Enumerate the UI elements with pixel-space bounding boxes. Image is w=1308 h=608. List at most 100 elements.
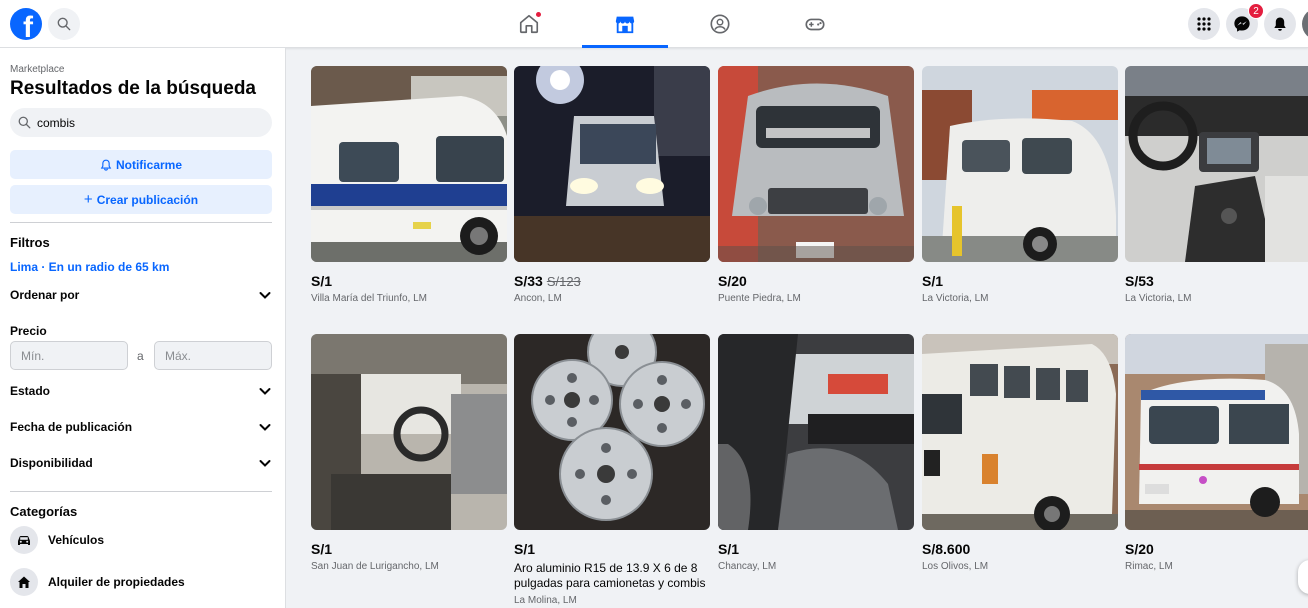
tab-home[interactable] [486, 0, 572, 48]
category-vehicles-label: Vehículos [48, 533, 105, 547]
listing-location: San Juan de Lurigancho, LM [311, 561, 439, 572]
breadcrumb[interactable]: Marketplace [10, 64, 64, 75]
price-value: S/20 [1125, 541, 1154, 557]
location-filter-link[interactable]: Lima · En un radio de 65 km [10, 260, 169, 274]
listing-location: Ancon, LM [514, 293, 562, 304]
listing-price: S/53 [1125, 273, 1308, 289]
availability-filter[interactable]: Disponibilidad [10, 456, 272, 470]
profile-avatar[interactable] [1302, 8, 1308, 40]
price-value: S/1 [311, 541, 333, 557]
notification-dot [535, 11, 542, 18]
listing-location: Villa María del Triunfo, LM [311, 293, 427, 304]
listing-card[interactable]: S/1 La Victoria, LM [922, 66, 1118, 304]
listing-price: S/1 [922, 273, 1118, 289]
price-value: S/8.600 [922, 541, 971, 557]
chevron-down-icon [259, 460, 271, 467]
store-icon [615, 16, 635, 34]
listing-price: S/1 [311, 273, 507, 289]
grid-menu-icon [1197, 17, 1211, 31]
listing-photo[interactable] [922, 334, 1118, 530]
create-listing-label: Crear publicación [96, 192, 199, 207]
sort-by-label: Ordenar por [10, 288, 80, 302]
create-listing-button[interactable]: + Crear publicación [10, 185, 272, 214]
min-price-input[interactable]: Mín. [10, 341, 128, 370]
listing-card[interactable]: S/1 Villa María del Triunfo, LM [311, 66, 507, 304]
sort-by-filter[interactable]: Ordenar por [10, 288, 272, 302]
filters-title: Filtros [10, 235, 50, 250]
chevron-down-icon [259, 292, 271, 299]
condition-label: Estado [10, 384, 51, 398]
listing-card[interactable]: S/1 Chancay, LM [718, 334, 914, 572]
search-icon [18, 116, 31, 129]
bell-icon [1274, 17, 1286, 31]
listing-location: La Victoria, LM [922, 293, 989, 304]
messenger-button[interactable]: 2 [1226, 3, 1264, 40]
listing-price: S/1 [514, 541, 710, 557]
notifications-button[interactable] [1264, 8, 1296, 40]
car-icon [10, 526, 38, 554]
listing-photo[interactable] [514, 66, 710, 262]
listing-price: S/1 [718, 541, 914, 557]
listing-photo[interactable] [1125, 334, 1308, 530]
listing-photo[interactable] [1125, 66, 1308, 262]
listing-card[interactable]: S/8.600 Los Olivos, LM [922, 334, 1118, 572]
listing-card[interactable]: S/1 Aro aluminio R15 de 13.9 X 6 de 8 pu… [514, 334, 710, 606]
page-title: Resultados de la búsqueda [10, 78, 256, 99]
date-listed-label: Fecha de publicación [10, 420, 133, 434]
listing-photo[interactable] [311, 334, 507, 530]
listing-card[interactable]: S/20 Rimac, LM [1125, 334, 1308, 572]
price-label: Precio [10, 324, 47, 338]
listing-card[interactable]: S/20 Puente Piedra, LM [718, 66, 914, 304]
price-separator: a [137, 349, 144, 363]
tab-marketplace[interactable] [582, 0, 668, 48]
listing-photo[interactable] [922, 66, 1118, 262]
categories-title: Categorías [10, 504, 78, 519]
house-icon [10, 568, 38, 596]
listing-location: Chancay, LM [718, 561, 777, 572]
tab-gaming[interactable] [772, 0, 858, 48]
marketplace-search-input[interactable]: combis [10, 108, 272, 137]
notify-me-button[interactable]: Notificarme [10, 150, 272, 179]
category-vehicles[interactable]: Vehículos [10, 526, 104, 554]
listing-price: S/1 [311, 541, 507, 557]
notify-me-label: Notificarme [115, 157, 183, 172]
category-property-rentals[interactable]: Alquiler de propiedades [10, 568, 185, 596]
listing-photo[interactable] [311, 66, 507, 262]
menu-button[interactable] [1188, 8, 1220, 40]
top-navigation-bar: f 2 [0, 0, 1308, 48]
listing-card[interactable]: S/33 S/123 Ancon, LM [514, 66, 710, 304]
listing-photo[interactable] [514, 334, 710, 530]
listing-location: Rimac, LM [1125, 561, 1173, 572]
search-icon [57, 17, 71, 31]
max-price-input[interactable]: Máx. [154, 341, 272, 370]
availability-label: Disponibilidad [10, 456, 93, 470]
listing-card[interactable]: S/53 La Victoria, LM [1125, 66, 1308, 304]
listing-price: S/33 S/123 [514, 273, 710, 289]
price-value: S/1 [311, 273, 333, 289]
listing-photo[interactable] [718, 334, 914, 530]
date-listed-filter[interactable]: Fecha de publicación [10, 420, 272, 434]
chevron-down-icon [259, 388, 271, 395]
listing-card[interactable]: S/1 San Juan de Lurigancho, LM [311, 334, 507, 572]
bell-outline-icon [100, 159, 112, 171]
scroll-button[interactable] [1298, 560, 1308, 594]
plus-icon: + [83, 191, 93, 208]
messenger-badge: 2 [1248, 3, 1264, 19]
game-controller-icon [805, 18, 825, 31]
facebook-logo-letter: f [23, 11, 33, 41]
facebook-logo[interactable]: f [10, 8, 42, 40]
groups-icon [710, 14, 730, 34]
listing-photo[interactable] [718, 66, 914, 262]
divider [10, 222, 272, 223]
listing-location: La Molina, LM [514, 595, 577, 606]
listing-price: S/20 [718, 273, 914, 289]
tab-groups[interactable] [677, 0, 763, 48]
listing-price: S/20 [1125, 541, 1308, 557]
price-value: S/1 [718, 541, 740, 557]
messenger-icon [1234, 16, 1250, 32]
chevron-down-icon [259, 424, 271, 431]
price-value: S/53 [1125, 273, 1154, 289]
condition-filter[interactable]: Estado [10, 384, 272, 398]
search-button[interactable] [48, 8, 80, 40]
price-value: S/20 [718, 273, 747, 289]
